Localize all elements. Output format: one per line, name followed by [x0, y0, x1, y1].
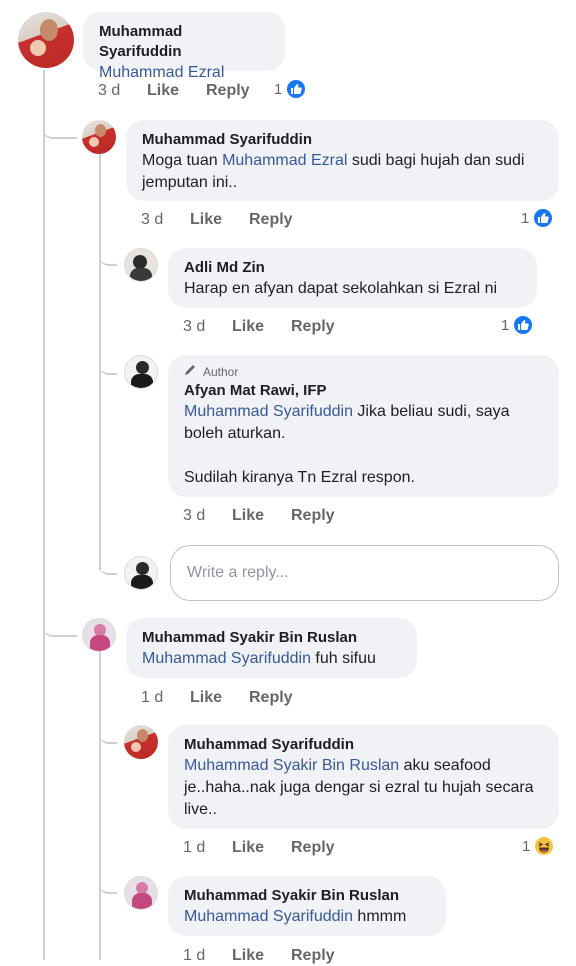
- pencil-icon: [184, 364, 198, 379]
- thread-connector: [99, 866, 117, 894]
- comment-bubble: Muhammad Syakir Bin Ruslan Muhammad Syar…: [168, 876, 446, 936]
- reply-button[interactable]: Reply: [291, 838, 335, 858]
- like-button[interactable]: Like: [147, 81, 179, 101]
- reaction-count[interactable]: 1: [521, 207, 555, 229]
- reply-input[interactable]: Write a reply...: [170, 545, 559, 601]
- like-button[interactable]: Like: [232, 838, 264, 858]
- thread-connector: [43, 105, 77, 139]
- timestamp[interactable]: 1 d: [183, 839, 205, 856]
- like-button[interactable]: Like: [232, 317, 264, 337]
- like-button[interactable]: Like: [232, 946, 264, 966]
- thumbs-up-icon: [512, 314, 535, 336]
- author-label: Author: [203, 364, 239, 379]
- comment-text: fuh sifuu: [310, 650, 376, 667]
- comment-bubble: Adli Md Zin Harap en afyan dapat sekolah…: [168, 248, 537, 308]
- current-user-avatar: [124, 556, 158, 590]
- thumbs-up-icon: [532, 207, 555, 229]
- comment-text: Sudilah kiranya Tn Ezral respon.: [184, 469, 415, 486]
- commenter-name[interactable]: Adli Md Zin: [184, 258, 521, 278]
- reply-button[interactable]: Reply: [291, 317, 335, 337]
- thumbs-up-icon: [285, 78, 308, 100]
- thread-connector: [43, 605, 77, 637]
- reaction-count[interactable]: 1: [501, 314, 535, 336]
- reaction-number: 1: [501, 316, 510, 334]
- thread-connector: [99, 345, 117, 375]
- like-button[interactable]: Like: [232, 506, 264, 526]
- commenter-name[interactable]: Muhammad Syarifuddin: [142, 130, 543, 150]
- like-button[interactable]: Like: [190, 688, 222, 708]
- comment-bubble: Muhammad Syarifuddin Muhammad Ezral: [83, 12, 285, 81]
- avatar[interactable]: [18, 12, 74, 68]
- reply-button[interactable]: Reply: [206, 81, 250, 101]
- timestamp[interactable]: 1 d: [183, 947, 205, 964]
- reply-placeholder: Write a reply...: [187, 564, 289, 581]
- avatar[interactable]: [82, 618, 116, 652]
- thread-connector: [99, 716, 117, 744]
- mention-link[interactable]: Muhammad Ezral: [99, 64, 224, 81]
- commenter-name[interactable]: Muhammad Syarifuddin: [99, 22, 269, 62]
- haha-emoji-icon: [533, 835, 556, 857]
- timestamp[interactable]: 3 d: [183, 507, 205, 524]
- avatar[interactable]: [124, 725, 158, 759]
- reaction-count[interactable]: 1: [274, 78, 308, 100]
- reply-button[interactable]: Reply: [291, 946, 335, 966]
- commenter-name[interactable]: Afyan Mat Rawi, IFP: [184, 381, 543, 401]
- mention-link[interactable]: Muhammad Syarifuddin: [184, 908, 353, 925]
- thread-connector: [99, 545, 117, 575]
- reaction-number: 1: [274, 80, 283, 98]
- avatar[interactable]: [124, 355, 158, 389]
- thread-connector: [99, 236, 117, 266]
- mention-link[interactable]: Muhammad Ezral: [222, 152, 347, 169]
- like-button[interactable]: Like: [190, 210, 222, 230]
- timestamp[interactable]: 3 d: [98, 82, 120, 99]
- comment-bubble: Muhammad Syarifuddin Muhammad Syakir Bin…: [168, 725, 559, 829]
- reaction-count[interactable]: 1: [522, 835, 556, 857]
- commenter-name[interactable]: Muhammad Syakir Bin Ruslan: [142, 628, 401, 648]
- reply-button[interactable]: Reply: [249, 688, 293, 708]
- reaction-number: 1: [521, 209, 530, 227]
- mention-link[interactable]: Muhammad Syarifuddin: [184, 403, 353, 420]
- timestamp[interactable]: 3 d: [141, 211, 163, 228]
- avatar[interactable]: [82, 120, 116, 154]
- commenter-name[interactable]: Muhammad Syarifuddin: [184, 735, 543, 755]
- thread-line-main: [43, 70, 45, 960]
- reply-button[interactable]: Reply: [291, 506, 335, 526]
- timestamp[interactable]: 3 d: [183, 318, 205, 335]
- mention-link[interactable]: Muhammad Syakir Bin Ruslan: [184, 757, 399, 774]
- author-badge: Author: [184, 364, 543, 379]
- avatar[interactable]: [124, 248, 158, 282]
- avatar[interactable]: [124, 876, 158, 910]
- comment-text: Moga tuan: [142, 152, 223, 169]
- comment-bubble: Author Afyan Mat Rawi, IFP Muhammad Syar…: [168, 355, 559, 497]
- commenter-name[interactable]: Muhammad Syakir Bin Ruslan: [184, 886, 430, 906]
- comment-bubble: Muhammad Syakir Bin Ruslan Muhammad Syar…: [126, 618, 417, 678]
- comment-bubble: Muhammad Syarifuddin Moga tuan Muhammad …: [126, 120, 559, 201]
- reaction-number: 1: [522, 837, 531, 855]
- comment-text: Harap en afyan dapat sekolahkan si Ezral…: [184, 280, 498, 297]
- thread-line-sub: [99, 652, 101, 960]
- timestamp[interactable]: 1 d: [141, 689, 163, 706]
- mention-link[interactable]: Muhammad Syarifuddin: [142, 650, 311, 667]
- reply-button[interactable]: Reply: [249, 210, 293, 230]
- comment-text: hmmm: [352, 908, 407, 925]
